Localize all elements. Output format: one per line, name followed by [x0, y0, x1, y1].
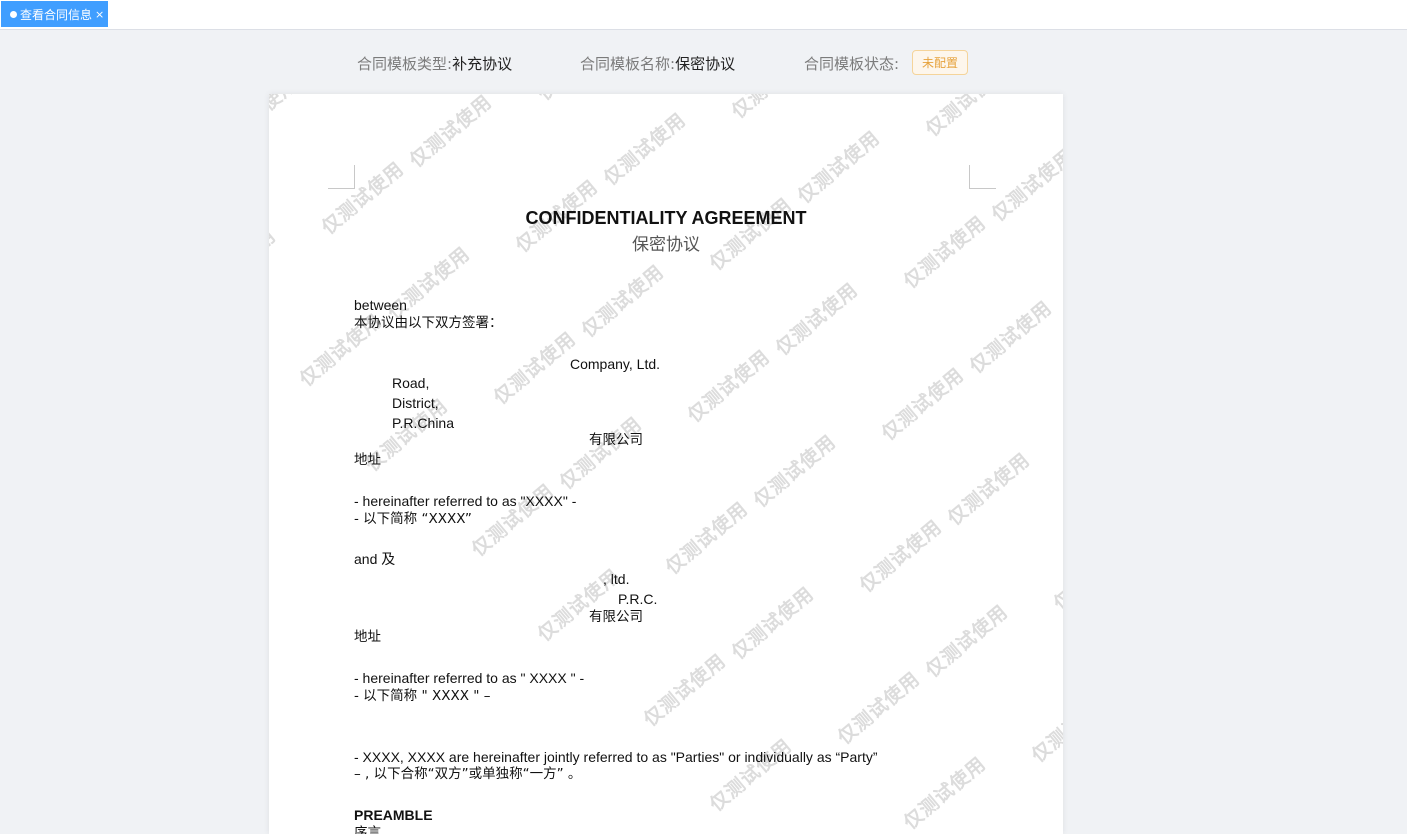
template-type: 合同模板类型:补充协议: [357, 53, 512, 74]
party1-ref-cn: - 以下简称 “XXXX”: [354, 511, 472, 527]
party1-road: Road,: [392, 375, 430, 391]
watermark-text: 仅测试使用: [705, 734, 797, 816]
corner-mark-top-left: [328, 165, 355, 189]
status-badge: 未配置: [912, 50, 968, 75]
template-name: 合同模板名称:保密协议: [580, 53, 735, 74]
watermark-text: 仅测试使用: [793, 126, 885, 208]
watermark-text: 仅测试使用: [577, 260, 669, 342]
document-title-en: CONFIDENTIALITY AGREEMENT: [525, 208, 807, 228]
watermark-text: 仅测试使用: [771, 278, 863, 360]
preamble-heading: PREAMBLE: [354, 807, 433, 823]
watermark-text: 仅测试使用: [921, 600, 1013, 682]
watermark-text: 仅测试使用: [749, 430, 841, 512]
watermark-text: 仅测试使用: [855, 515, 947, 597]
watermark-text: 仅测试使用: [921, 94, 1013, 141]
corner-mark-top-right: [969, 165, 996, 189]
close-icon[interactable]: ×: [95, 9, 104, 20]
party1-company: Company, Ltd.: [570, 356, 661, 372]
watermark-text: 仅测试使用: [599, 108, 691, 190]
watermark-text: 仅测试使用: [877, 363, 969, 445]
tab-bar: 查看合同信息 ×: [0, 0, 1407, 30]
watermark-text: 仅测试使用: [727, 582, 819, 664]
watermark-text: 仅测试使用: [489, 327, 581, 409]
party2-ref-cn: - 以下简称 " XXXX " –: [354, 688, 491, 704]
watermark-text: 仅测试使用: [683, 345, 775, 427]
signed-by-text: 本协议由以下双方签署：: [354, 315, 503, 331]
watermark-layer: 仅测试使用 仅测试使用 仅测试使用 仅测试使用 仅测试使用 仅测试使用 仅测试使用 仅测试使用…: [269, 94, 1063, 834]
document-title-cn: 保密协议: [632, 235, 700, 255]
tab-contract-info[interactable]: 查看合同信息 ×: [1, 1, 108, 27]
document-page: 仅测试使用 仅测试使用 仅测试使用 仅测试使用 仅测试使用 仅测试使用 仅测试使用 仅测试使用…: [269, 94, 1063, 834]
party1-ref-en: - hereinafter referred to as "XXXX" -: [354, 493, 577, 509]
contract-info-row: 合同模板类型:补充协议 合同模板名称:保密协议 合同模板状态: 未配置: [0, 50, 1407, 76]
watermark-text: 仅测试使用: [269, 94, 303, 154]
party2-company-cn: 有限公司: [589, 609, 643, 625]
party1-address-cn: 地址: [354, 452, 381, 468]
preamble-heading-cn: 序言: [354, 825, 381, 834]
template-status-label: 合同模板状态:: [804, 55, 900, 73]
party2-ref-en: - hereinafter referred to as " XXXX " -: [354, 670, 585, 686]
parties-text-cn: – , 以下合称“双方”或单独称“一方” 。: [354, 766, 582, 782]
watermark-text: 仅测试使用: [405, 94, 497, 172]
template-type-label: 合同模板类型:: [357, 55, 453, 73]
watermark-text: 仅测试使用: [965, 296, 1057, 378]
watermark-text: 仅测试使用: [725, 94, 819, 124]
watermark-text: 仅测试使用: [531, 94, 625, 106]
watermark-text: 仅测试使用: [661, 497, 753, 579]
watermark-text: 仅测试使用: [943, 448, 1035, 530]
watermark-text: 仅测试使用: [1049, 533, 1063, 615]
watermark-text: 仅测试使用: [639, 649, 731, 731]
template-name-value: 保密协议: [675, 55, 736, 73]
watermark-text: 仅测试使用: [467, 479, 559, 561]
party1-country: P.R.China: [392, 415, 455, 431]
party2-company: , ltd.: [603, 571, 630, 587]
tab-label: 查看合同信息: [20, 7, 93, 22]
party2-country: P.R.C.: [618, 591, 658, 607]
watermark-text: 仅测试使用: [899, 752, 991, 834]
active-dot-icon: [10, 10, 17, 18]
template-status: 合同模板状态:: [804, 53, 899, 74]
watermark-text: 仅测试使用: [1027, 685, 1063, 767]
parties-text-en: - XXXX, XXXX are hereinafter jointly ref…: [354, 749, 878, 765]
party1-company-cn: 有限公司: [589, 432, 643, 448]
watermark-text: 仅测试使用: [555, 412, 647, 494]
party1-district: District,: [392, 395, 439, 411]
template-type-value: 补充协议: [452, 55, 513, 73]
between-text: between: [354, 297, 407, 313]
watermark-text: 仅测试使用: [833, 667, 925, 749]
and-text: and 及: [354, 551, 396, 567]
template-name-label: 合同模板名称:: [580, 55, 676, 73]
party2-address-cn: 地址: [354, 629, 381, 645]
